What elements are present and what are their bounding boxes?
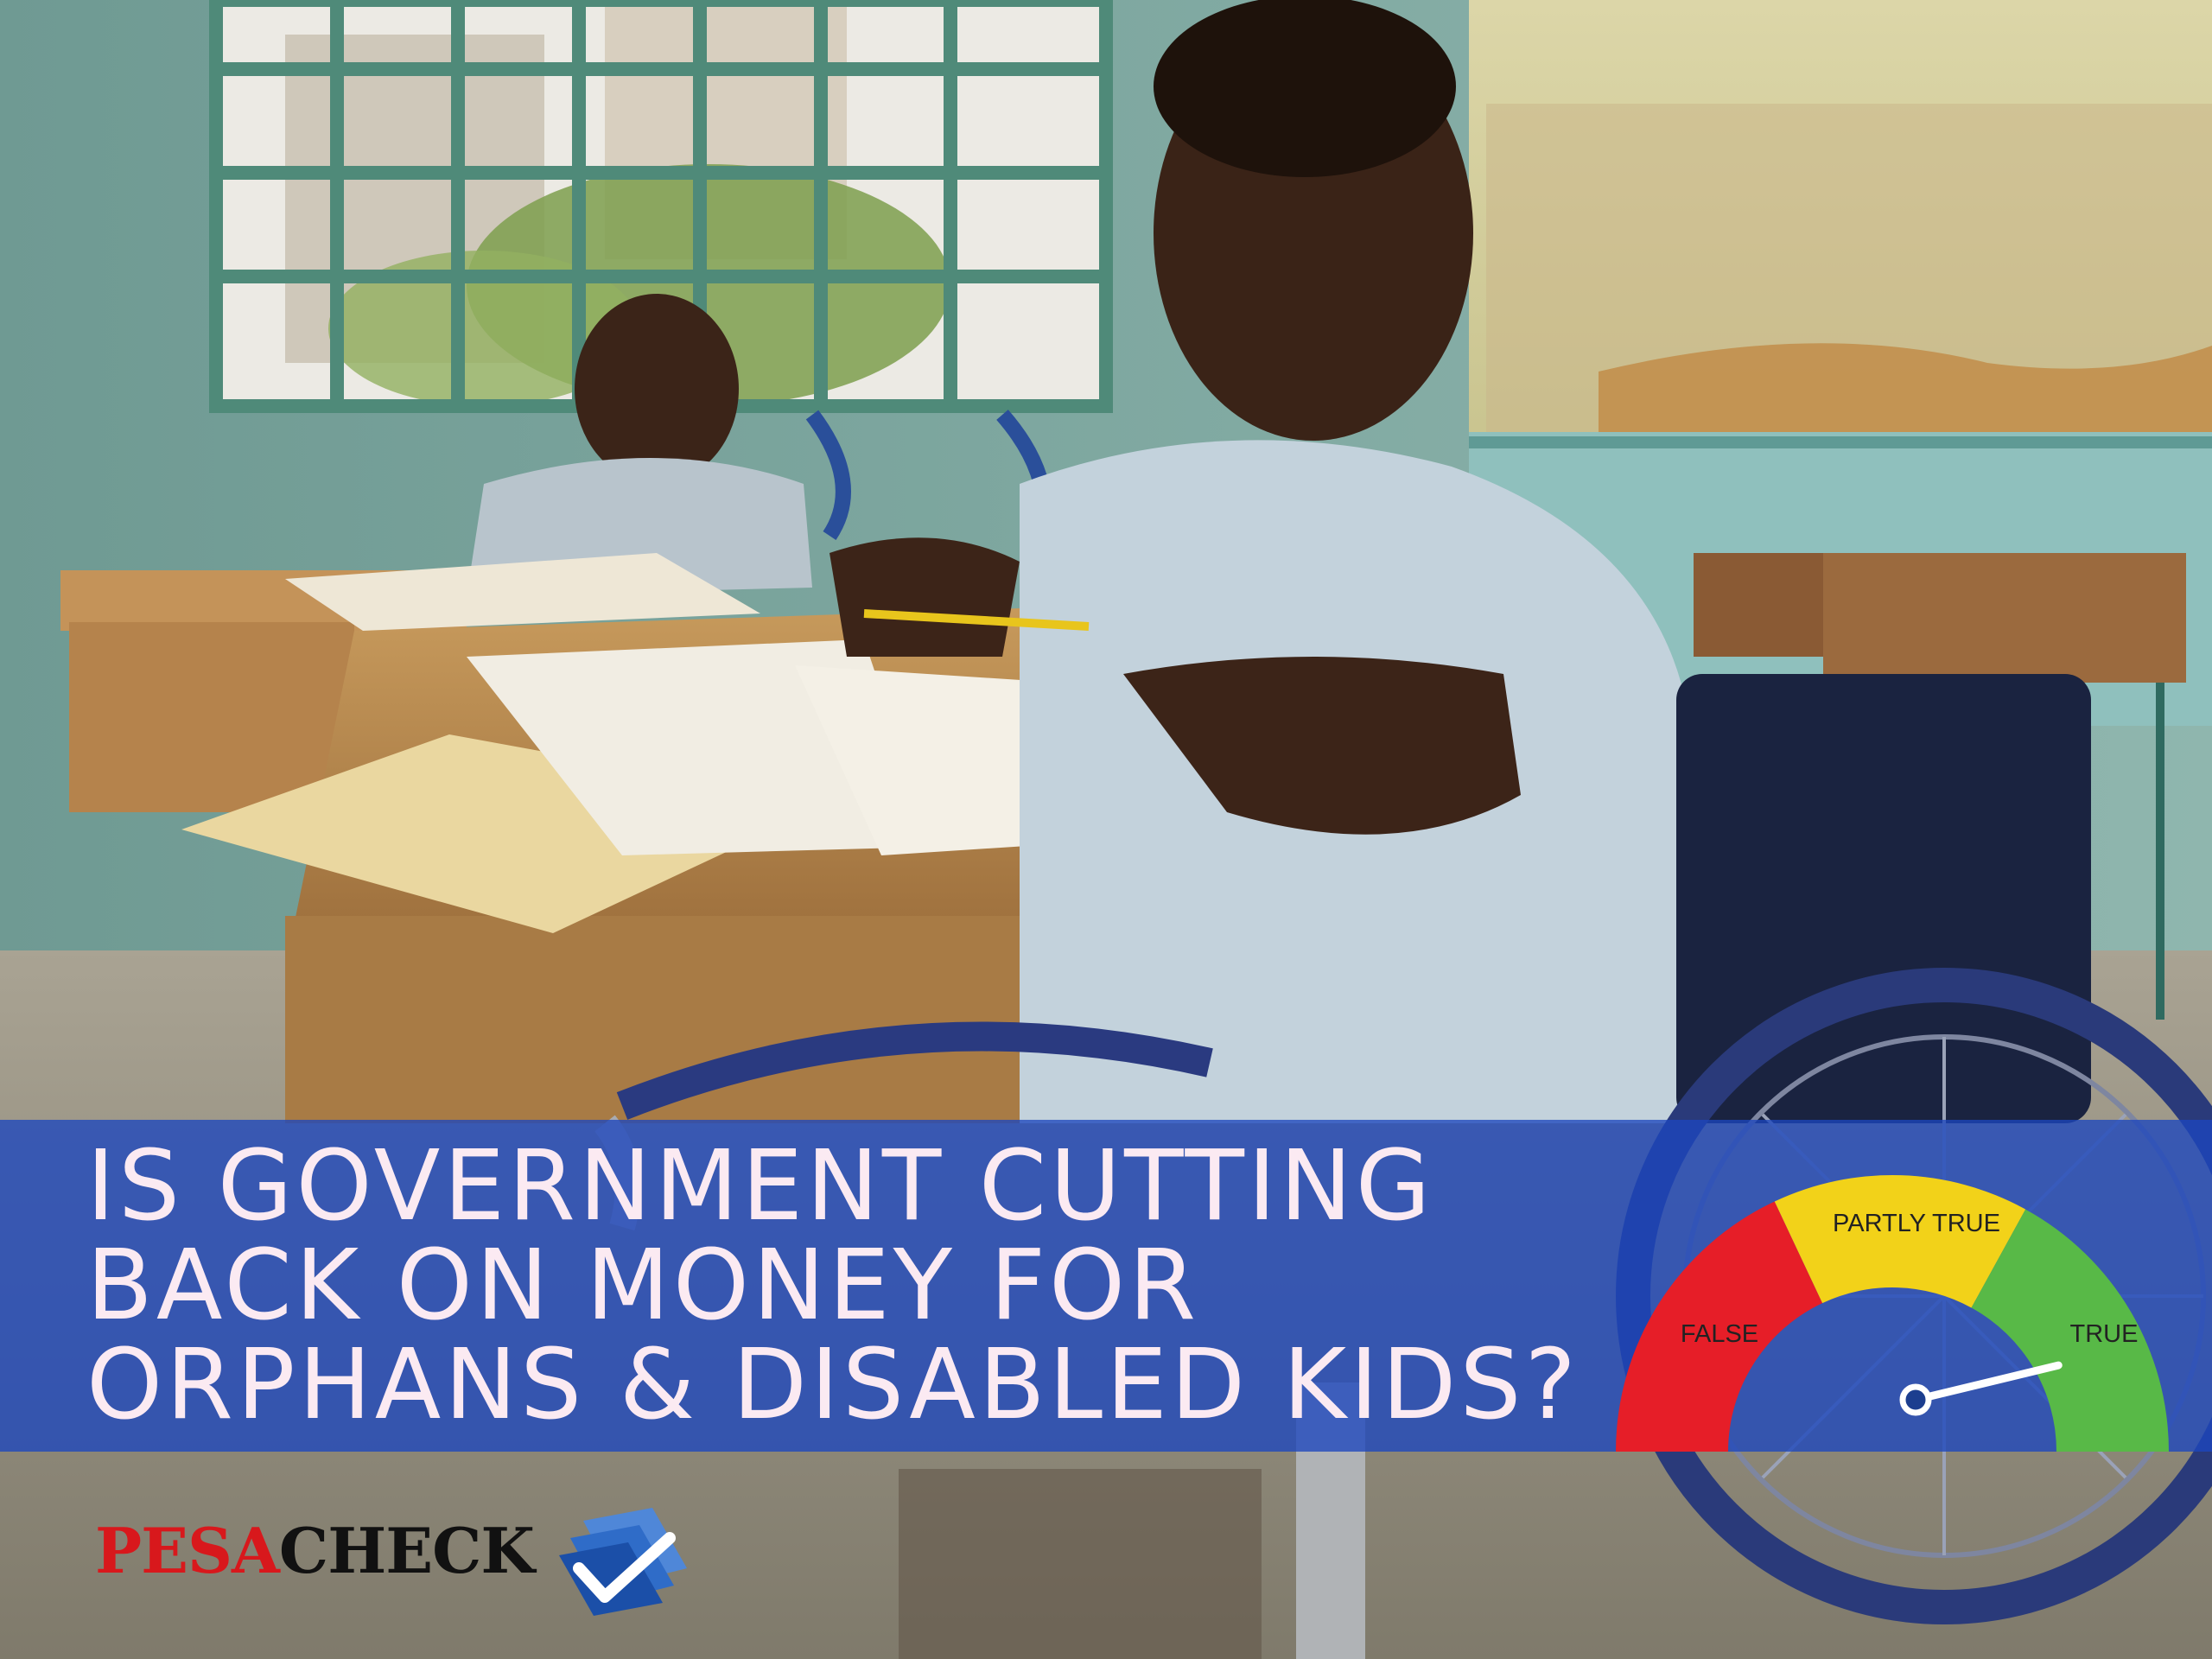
- gauge-label-true: TRUE: [2070, 1320, 2139, 1348]
- gauge-label-false: FALSE: [1681, 1320, 1758, 1348]
- headline-line-2: BACK ON MONEY FOR: [86, 1230, 1200, 1342]
- gauge-needle: [1911, 1361, 2063, 1404]
- verdict-gauge: FALSE PARTLY TRUE TRUE: [1616, 1175, 2169, 1452]
- brand-wordmark-check: CHECK: [278, 1514, 535, 1587]
- pesacheck-logo: PESACHECK: [95, 1503, 700, 1616]
- brand-wordmark: PESACHECK: [95, 1514, 535, 1587]
- check-mark-icon: [559, 1508, 687, 1616]
- brand-wordmark-pesa: PESA: [95, 1514, 280, 1587]
- headline: IS GOVERNMENT CUTTING BACK ON MONEY FOR …: [86, 1137, 1659, 1435]
- gauge-needle-hub: [1899, 1383, 1932, 1416]
- gauge-label-partly-true: PARTLY TRUE: [1833, 1210, 2000, 1237]
- headline-line-3: ORPHANS & DISABLED KIDS?: [86, 1329, 1580, 1441]
- headline-line-1: IS GOVERNMENT CUTTING: [86, 1130, 1434, 1243]
